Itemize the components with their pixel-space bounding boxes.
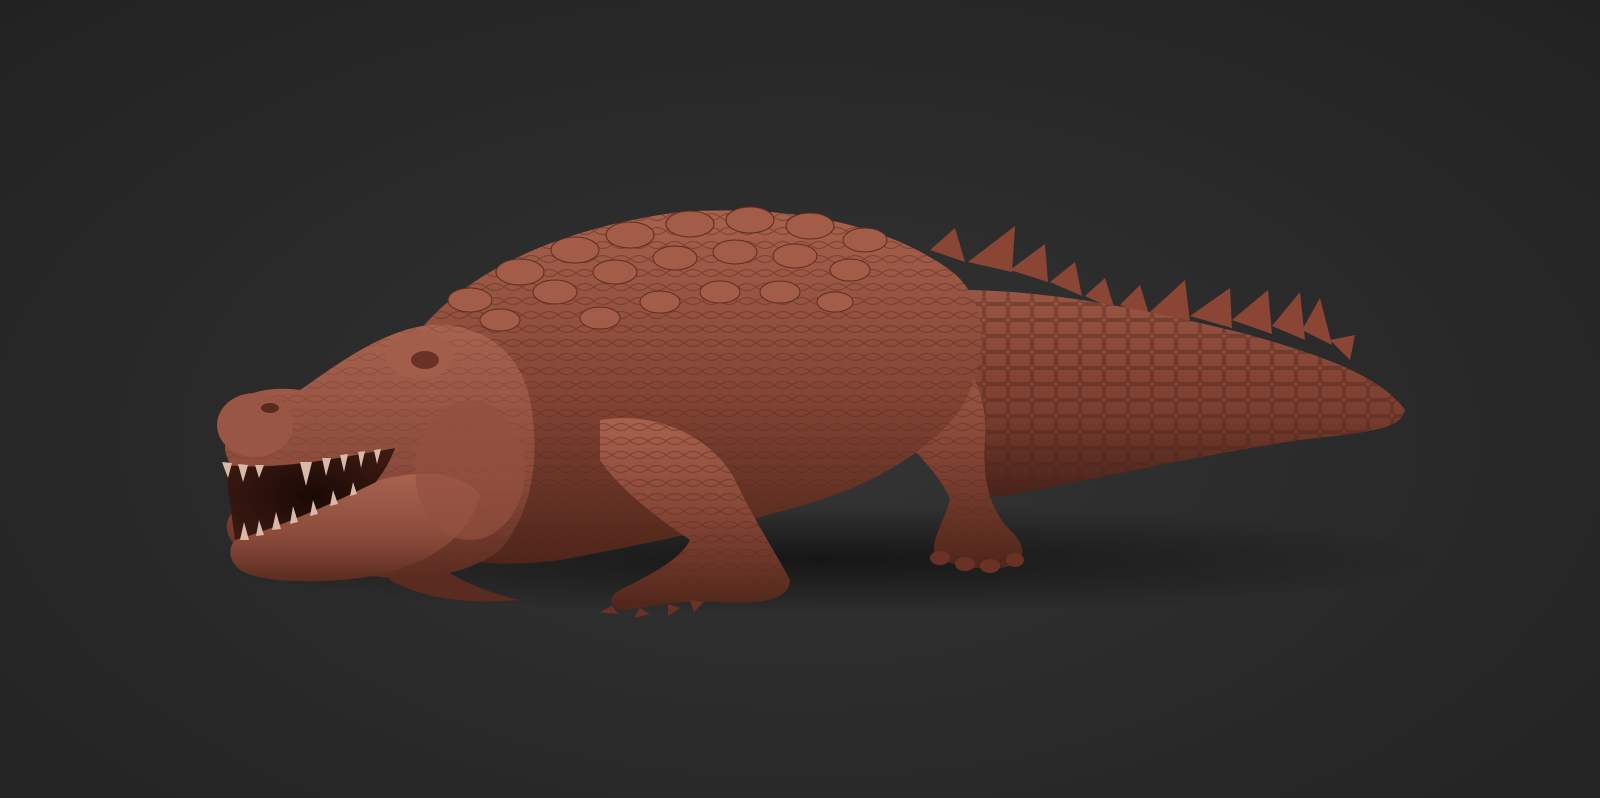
snout-tip xyxy=(217,393,293,457)
cheek xyxy=(415,400,525,540)
sculpt-render xyxy=(200,206,1440,618)
eye-icon xyxy=(411,351,439,369)
nostril xyxy=(261,403,279,413)
render-viewport xyxy=(0,0,1600,798)
